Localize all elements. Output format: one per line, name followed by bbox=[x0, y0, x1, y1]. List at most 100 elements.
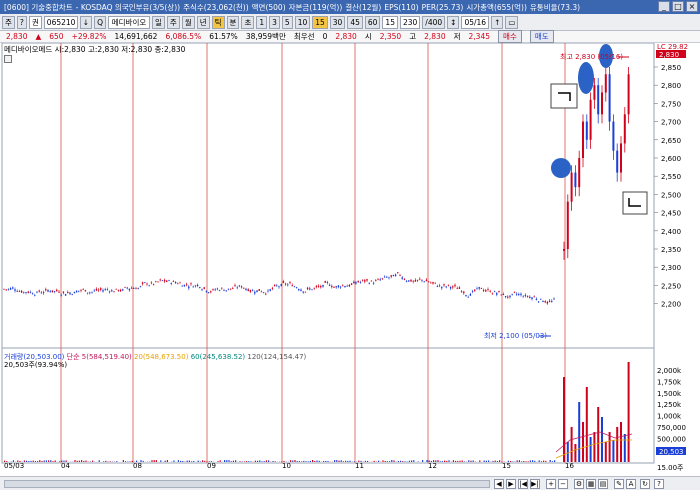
volume-bar bbox=[309, 460, 311, 462]
help-icon[interactable]: ? bbox=[654, 479, 664, 489]
first-icon[interactable]: |◀ bbox=[518, 479, 528, 489]
close-button[interactable]: × bbox=[686, 1, 698, 12]
period-tab[interactable]: 년 bbox=[196, 15, 210, 29]
candle-body bbox=[507, 296, 509, 298]
sell-button[interactable]: 매도 bbox=[529, 30, 554, 43]
refresh-icon[interactable]: ↻ bbox=[640, 479, 650, 489]
interval-button[interactable]: 15 bbox=[312, 15, 328, 29]
minimize-button[interactable]: _ bbox=[658, 1, 670, 12]
print-icon[interactable]: ▤ bbox=[598, 479, 608, 489]
candle-body bbox=[397, 272, 399, 274]
candle-body bbox=[386, 276, 388, 278]
scroll-bar[interactable]: ◀ ▶ |◀ ▶| + − ⚙ ▦ ▤ ✎ A ↻ ? bbox=[0, 476, 700, 490]
volume-bar bbox=[296, 461, 298, 462]
candle-body bbox=[531, 297, 533, 300]
volume-bar bbox=[574, 444, 577, 462]
candle-body bbox=[27, 291, 29, 294]
candle-body bbox=[225, 290, 227, 292]
volume-bar bbox=[338, 460, 340, 462]
buy-button[interactable]: 매수 bbox=[498, 30, 522, 43]
volume-bar bbox=[378, 460, 380, 462]
candle-body bbox=[108, 291, 111, 293]
candle-body bbox=[405, 280, 408, 282]
candle-body bbox=[113, 291, 115, 293]
grid-icon[interactable]: ▦ bbox=[586, 479, 596, 489]
candle-body bbox=[5, 289, 7, 291]
candle-body bbox=[216, 288, 219, 290]
price-axis-label: 2,750 bbox=[661, 100, 681, 108]
interval-button[interactable]: 10 bbox=[294, 15, 311, 29]
zoom-in-icon[interactable]: + bbox=[546, 479, 556, 489]
stock-name-field[interactable]: 메디바이오 bbox=[108, 15, 150, 29]
toolbar-item[interactable]: ? bbox=[16, 15, 27, 29]
search-icon[interactable]: Q bbox=[94, 15, 106, 29]
candle-body bbox=[192, 286, 194, 288]
count-input[interactable]: 230 bbox=[399, 15, 421, 29]
date-input[interactable]: 05/16 bbox=[461, 15, 490, 29]
dropdown-icon[interactable]: ↓ bbox=[79, 15, 93, 29]
scroll-right-icon[interactable]: ▶ bbox=[506, 479, 516, 489]
volume-bar bbox=[349, 460, 351, 462]
volume-bar bbox=[494, 460, 496, 462]
stock-code-input[interactable]: 065210 bbox=[43, 15, 78, 29]
x-axis-label: 15 bbox=[502, 462, 511, 470]
scroll-left-icon[interactable]: ◀ bbox=[494, 479, 504, 489]
tool-icon[interactable]: ✎ bbox=[614, 479, 624, 489]
interval-button[interactable]: 3 bbox=[269, 15, 280, 29]
candle-body bbox=[223, 290, 225, 292]
period-tab[interactable]: 틱 bbox=[211, 15, 225, 29]
volume-axis-bottom: 15.00주 bbox=[657, 464, 684, 472]
candle-body bbox=[467, 296, 469, 298]
font-icon[interactable]: A bbox=[626, 479, 636, 489]
scroll-track[interactable] bbox=[4, 480, 490, 488]
candle-body bbox=[542, 300, 544, 303]
price-axis-label: 2,450 bbox=[661, 210, 681, 218]
volume-axis-label: 1,500k bbox=[657, 390, 682, 398]
interval-button[interactable]: 45 bbox=[347, 15, 363, 29]
interval-button[interactable]: 5 bbox=[281, 15, 293, 29]
window-icon[interactable]: ▭ bbox=[505, 15, 519, 29]
candle-body bbox=[566, 201, 569, 249]
open-label: 시 bbox=[364, 32, 372, 41]
interval-button[interactable]: 1 bbox=[256, 15, 268, 29]
candle-body bbox=[29, 291, 32, 293]
candle-body bbox=[593, 85, 596, 100]
chart-settings-icon[interactable] bbox=[4, 55, 12, 63]
maximize-button[interactable]: □ bbox=[672, 1, 684, 12]
pin-icon[interactable]: ↑ bbox=[491, 15, 504, 29]
candle-body bbox=[485, 290, 487, 292]
period-tab[interactable]: 주 bbox=[166, 15, 180, 29]
period-tab[interactable]: 일 bbox=[152, 15, 165, 29]
volume-bar bbox=[566, 442, 569, 462]
settings-icon[interactable]: ⚙ bbox=[574, 479, 584, 489]
interval-button[interactable]: 30 bbox=[329, 15, 346, 29]
candle-body bbox=[582, 121, 584, 158]
volume-bar bbox=[404, 461, 406, 462]
zoom-out-icon[interactable]: − bbox=[558, 479, 568, 489]
spin-icon[interactable]: ↕ bbox=[447, 15, 460, 29]
turnover: 61.57% bbox=[209, 32, 238, 41]
period-tab[interactable]: 초 bbox=[241, 15, 255, 29]
period-tab[interactable]: 월 bbox=[181, 15, 195, 29]
interval-input[interactable]: 15 bbox=[382, 15, 398, 29]
volume-bar bbox=[166, 460, 168, 462]
volume-bar bbox=[488, 460, 490, 462]
volume-bar bbox=[455, 460, 457, 462]
interval-button[interactable]: 60 bbox=[364, 15, 381, 29]
candle-body bbox=[383, 276, 386, 278]
toolbar-item[interactable]: 권 bbox=[28, 15, 42, 29]
price-chart[interactable]: 2,850 2,800 2,750 2,700 2,650 2,600 2,550 2,500… bbox=[0, 43, 700, 490]
candle-body bbox=[315, 285, 318, 288]
period-tab[interactable]: 분 bbox=[226, 15, 240, 29]
volume-bar bbox=[373, 460, 375, 462]
x-axis-label: 10 bbox=[282, 462, 291, 470]
volume-bar bbox=[441, 461, 443, 462]
volume-bar bbox=[193, 461, 195, 462]
last-icon[interactable]: ▶| bbox=[530, 479, 540, 489]
volume-bar bbox=[92, 460, 94, 462]
toolbar-item[interactable]: 주 bbox=[2, 15, 15, 29]
candle-body bbox=[221, 287, 223, 289]
candle-body bbox=[623, 114, 626, 144]
candle-body bbox=[522, 296, 524, 298]
candle-body bbox=[12, 287, 14, 289]
